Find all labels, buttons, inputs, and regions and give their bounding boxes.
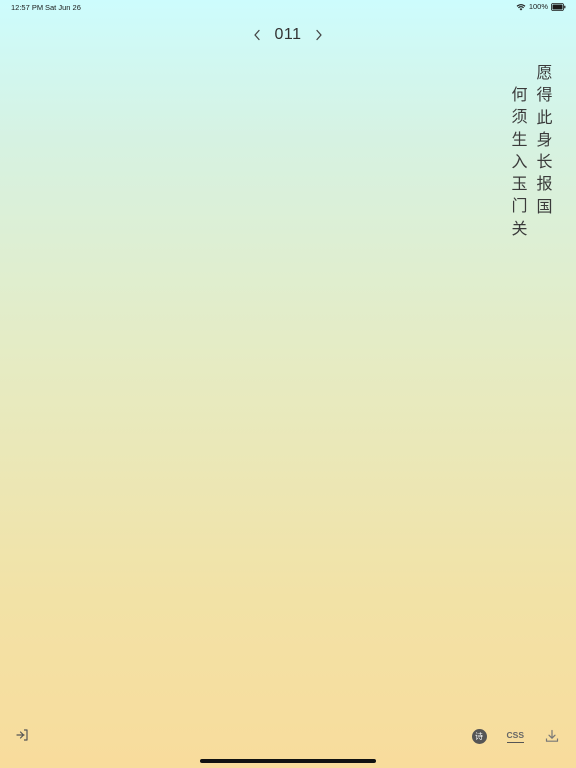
poem-number: 011 — [274, 26, 302, 43]
poem-char: 玉 — [511, 174, 528, 194]
poem-text: 愿 得 此 身 长 报 国 何 须 生 入 玉 门 关 — [510, 62, 554, 240]
chevron-left-icon[interactable] — [250, 24, 264, 46]
poem-char: 何 — [511, 85, 528, 104]
battery-icon — [551, 2, 566, 11]
status-indicators: 100% — [516, 2, 566, 11]
status-time: 12:57 PM — [11, 3, 44, 12]
battery-percent: 100% — [528, 2, 548, 11]
status-bar: 12:57 PM Sat Jun 26 100% — [0, 0, 576, 16]
poem-badge-button[interactable]: 诗 — [471, 728, 487, 744]
home-indicator[interactable] — [200, 759, 376, 763]
poem-char: 得 — [536, 85, 553, 105]
poem-char: 愿 — [536, 63, 553, 82]
poem-char: 生 — [511, 129, 528, 149]
status-date: Sat Jun 26 — [45, 3, 81, 12]
chevron-right-icon[interactable] — [312, 24, 326, 46]
poem-char: 此 — [536, 107, 553, 127]
download-icon[interactable] — [544, 728, 560, 744]
bottom-toolbar: 诗 CSS — [471, 728, 560, 744]
exit-icon[interactable] — [14, 727, 30, 743]
poem-char: 关 — [511, 218, 528, 238]
poem-line-1: 愿 得 此 身 长 报 国 — [535, 62, 554, 240]
wifi-icon — [516, 3, 526, 11]
poem-navigator: 011 — [0, 24, 576, 46]
poem-char: 长 — [536, 152, 553, 172]
poem-char: 须 — [511, 107, 528, 127]
css-tab[interactable]: CSS — [506, 730, 524, 743]
poem-char: 身 — [536, 129, 553, 149]
poem-line-2: 何 须 生 入 玉 门 关 — [510, 62, 529, 240]
poem-char: 国 — [536, 196, 553, 216]
poem-char: 门 — [511, 196, 528, 216]
poem-char: 报 — [536, 174, 553, 194]
poem-char: 入 — [511, 151, 528, 171]
